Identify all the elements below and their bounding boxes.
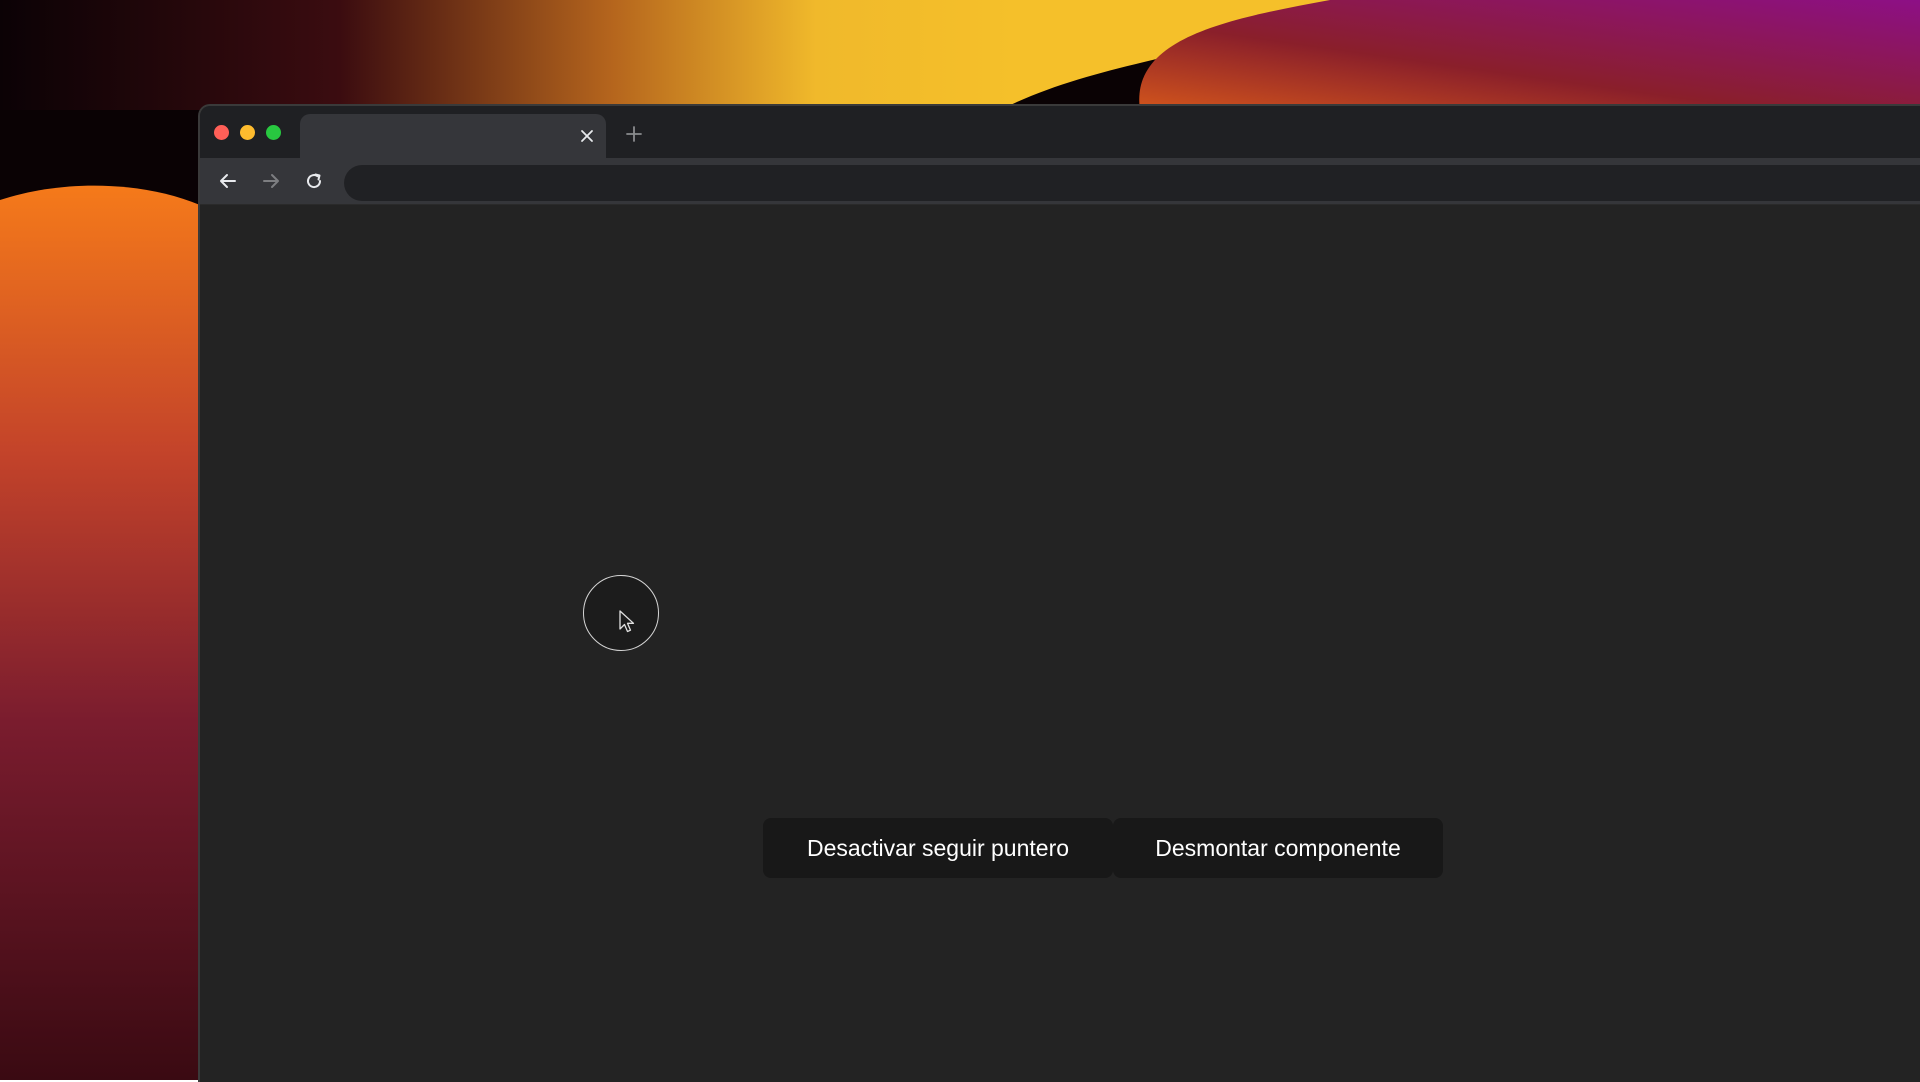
title-bar	[200, 106, 1920, 158]
toggle-follow-pointer-button[interactable]: Desactivar seguir puntero	[763, 818, 1113, 878]
maximize-window-button[interactable]	[266, 125, 281, 140]
new-tab-button[interactable]	[620, 120, 648, 148]
arrow-right-icon	[263, 174, 279, 188]
url-input[interactable]	[344, 165, 1920, 201]
back-button[interactable]	[214, 167, 242, 195]
tab-close-button[interactable]	[576, 125, 598, 147]
plus-icon	[626, 126, 642, 142]
unmount-component-button[interactable]: Desmontar componente	[1113, 818, 1443, 878]
address-bar[interactable]	[344, 165, 1920, 201]
reload-icon	[307, 173, 322, 189]
arrow-left-icon	[220, 174, 236, 188]
minimize-window-button[interactable]	[240, 125, 255, 140]
forward-button[interactable]	[257, 167, 285, 195]
browser-tab[interactable]	[300, 114, 606, 158]
action-buttons: Desactivar seguir puntero Desmontar comp…	[763, 818, 1443, 878]
page-content: Desactivar seguir puntero Desmontar comp…	[200, 205, 1920, 1082]
close-icon	[581, 130, 593, 142]
reload-button[interactable]	[300, 167, 328, 195]
navigation-toolbar	[200, 158, 1920, 205]
mouse-pointer-icon	[619, 610, 635, 633]
browser-window: Desactivar seguir puntero Desmontar comp…	[198, 104, 1920, 1082]
close-window-button[interactable]	[214, 125, 229, 140]
